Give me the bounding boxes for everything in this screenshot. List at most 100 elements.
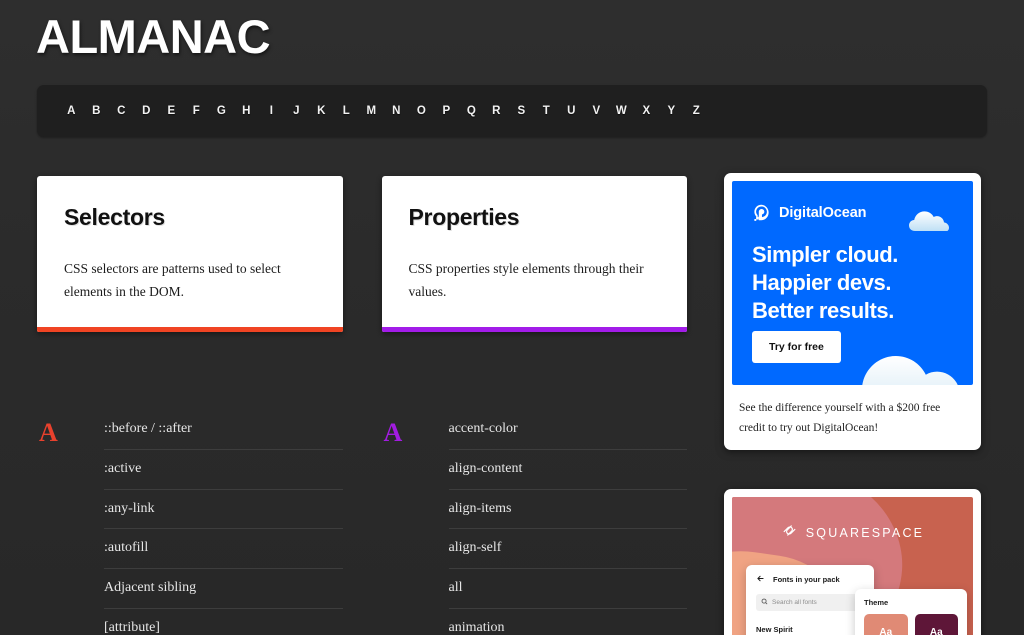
fonts-search-placeholder: Search all fonts [772,599,817,606]
list-item: animation [449,609,688,635]
digitalocean-droplet-icon [752,203,771,222]
headline-line-2: Happier devs. [752,269,892,295]
headline-line-3: Better results. [752,297,894,323]
swatch-label: Aa [929,627,943,635]
alphabet-nav: ABCDEFGHIJKLMNOPQRSTUVWXYZ [37,85,987,137]
back-arrow-icon[interactable] [756,574,765,585]
list-item: ::before / ::after [104,410,343,450]
alphabet-link-d[interactable]: D [134,105,159,117]
try-for-free-button[interactable]: Try for free [752,331,841,363]
term-link[interactable]: :active [104,450,343,490]
info-card-title: Selectors [64,204,165,230]
alphabet-link-t[interactable]: T [534,105,559,117]
alphabet-link-u[interactable]: U [559,105,584,117]
alphabet-link-n[interactable]: N [384,105,409,117]
term-link[interactable]: align-items [448,490,687,530]
page-title: ALMANAC [36,10,271,63]
alphabet-link-i[interactable]: I [259,105,284,117]
fonts-search-input[interactable]: Search all fonts [756,594,864,611]
term-list: ::before / ::after:active:any-link:autof… [104,410,343,635]
term-link[interactable]: :autofill [104,529,343,570]
term-link[interactable]: accent-color [448,410,687,450]
digitalocean-headline: Simpler cloud. Happier devs. Better resu… [752,241,898,325]
squarespace-mark-icon [781,522,798,544]
alphabet-link-o[interactable]: O [409,105,434,117]
headline-line-1: Simpler cloud. [752,242,898,267]
alphabet-link-w[interactable]: W [609,105,634,117]
list-item: all [448,569,687,609]
list-column-selectors: A::before / ::after:active:any-link:auto… [37,410,343,635]
almanac-page: ALMANAC ABCDEFGHIJKLMNOPQRSTUVWXYZ Selec… [0,0,1024,635]
alphabet-link-m[interactable]: M [359,105,384,117]
alphabet-link-l[interactable]: L [334,105,359,117]
term-link[interactable]: all [448,569,687,609]
theme-swatches: AaAbcdefghijklm nopqrstuvwxyz AaAbcdefghi… [864,614,958,635]
alphabet-link-j[interactable]: J [284,105,309,117]
alphabet-link-v[interactable]: V [584,105,609,117]
alphabet-link-h[interactable]: H [234,105,259,117]
term-link[interactable]: align-content [448,450,687,490]
alphabet-link-g[interactable]: G [209,105,234,117]
fonts-panel-title: Fonts in your pack [773,575,840,584]
theme-panel-title: Theme [864,598,889,607]
digitalocean-wordmark: DigitalOcean [779,204,867,221]
alphabet-link-e[interactable]: E [159,105,184,117]
alphabet-link-r[interactable]: R [484,105,509,117]
info-card-properties[interactable]: Properties CSS properties style elements … [381,176,687,332]
letter-lists: A::before / ::after:active:any-link:auto… [37,410,687,635]
term-link[interactable]: animation [449,609,688,635]
list-item: align-items [448,490,687,530]
list-item: :active [104,450,343,490]
list-item: align-content [448,450,687,490]
alphabet-link-s[interactable]: S [509,105,534,117]
squarespace-ad[interactable]: SQUARESPACE Fonts in your pack Search al… [724,489,981,635]
alphabet-link-c[interactable]: C [109,105,134,117]
alphabet-link-p[interactable]: P [434,105,459,117]
squarespace-logo: SQUARESPACE [732,522,973,544]
alphabet-link-x[interactable]: X [634,105,659,117]
alphabet-link-k[interactable]: K [309,105,334,117]
section-letter: A [383,418,403,447]
info-card-description: CSS properties style elements through th… [408,260,644,299]
info-card-description: CSS selectors are patterns used to selec… [64,260,281,299]
font-list-item[interactable]: New Spirit [756,619,864,635]
digitalocean-ad[interactable]: DigitalOcean Simpler cloud. Happier devs… [724,173,981,450]
term-link[interactable]: align-self [448,529,687,570]
term-link[interactable]: [attribute] [104,609,343,635]
theme-swatch[interactable]: AaAbcdefghijklm nopqrstuvwxyz [864,614,908,635]
font-list: New SpiritPoppinsOrpheus Pro [756,619,864,635]
list-item: Adjacent sibling [104,569,343,609]
term-list: accent-color align-content align-items alig… [448,410,688,635]
alphabet-link-z[interactable]: Z [684,105,709,117]
alphabet-link-a[interactable]: A [59,105,84,117]
list-item: accent-color [448,410,687,450]
digitalocean-caption: See the difference yourself with a $200 … [739,402,941,435]
term-link[interactable]: Adjacent sibling [104,569,343,609]
alphabet-link-f[interactable]: F [184,105,209,117]
section-letter: A [39,418,58,447]
digitalocean-banner[interactable]: DigitalOcean Simpler cloud. Happier devs… [732,181,973,385]
info-card-title: Properties [408,204,520,230]
list-item: [attribute] [104,609,343,635]
squarespace-wordmark: SQUARESPACE [805,526,925,540]
list-column-properties: Aaccent-color align-content align-items ali… [382,410,688,635]
alphabet-link-q[interactable]: Q [459,105,484,117]
info-card-accent-bar [37,327,343,332]
alphabet-link-b[interactable]: B [84,105,109,117]
search-icon [761,598,768,607]
term-link[interactable]: ::before / ::after [104,410,343,450]
squarespace-banner[interactable]: SQUARESPACE Fonts in your pack Search al… [732,497,973,635]
cloud-icon-top [909,205,967,231]
list-item: :autofill [104,529,343,570]
squarespace-theme-panel[interactable]: Theme AaAbcdefghijklm nopqrstuvwxyzAaAbc… [855,589,967,635]
list-item: align-self [448,529,687,570]
term-link[interactable]: :any-link [104,490,343,530]
info-card-selectors[interactable]: Selectors CSS selectors are patterns used… [37,176,343,332]
info-card-accent-bar [381,327,687,332]
alphabet-link-y[interactable]: Y [659,105,684,117]
cloud-icon-large [845,331,973,385]
theme-swatch[interactable]: AaAbcdefghijklm nopqrstuvwxyz [914,614,958,635]
swatch-label: Aa [879,627,893,635]
digitalocean-logo: DigitalOcean [752,203,867,222]
list-item: :any-link [104,490,343,530]
